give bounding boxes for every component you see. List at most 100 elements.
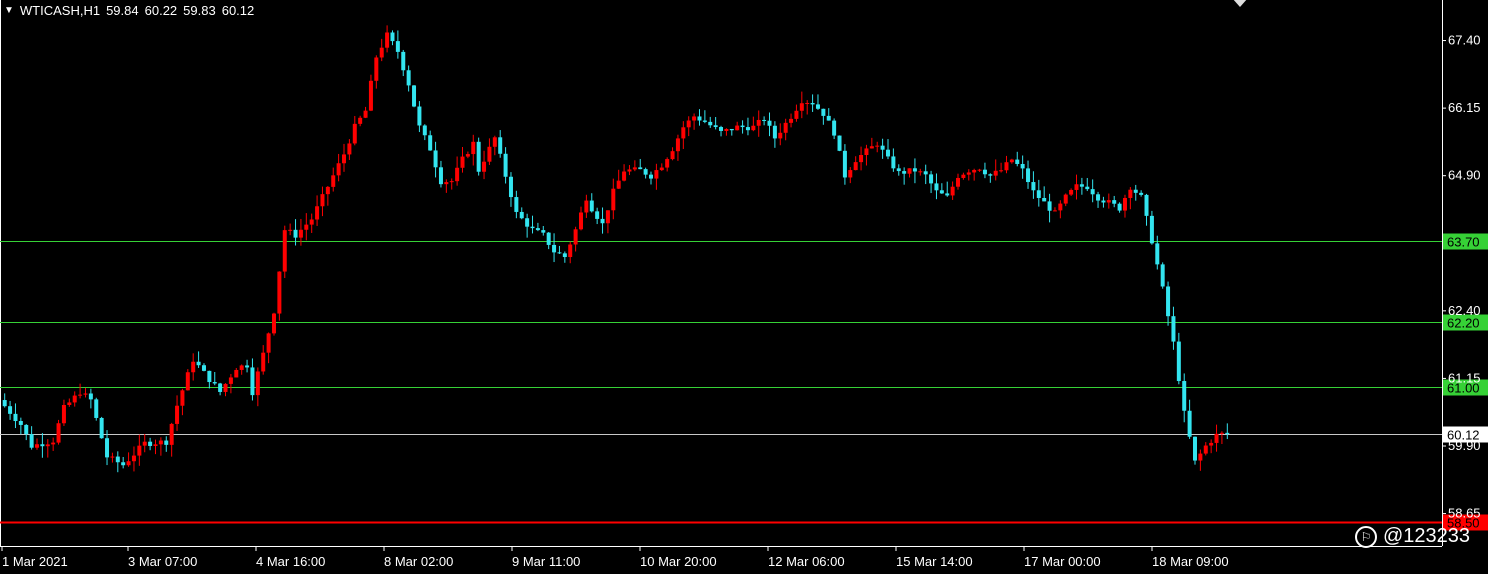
candle-bear [148, 441, 153, 446]
candle-bull [1058, 203, 1063, 211]
candle-bear [842, 150, 847, 178]
candle-bull [385, 32, 390, 48]
candle-bear [1117, 203, 1122, 211]
candle-bull [853, 162, 858, 171]
symbol-label: WTICASH,H1 [19, 3, 101, 18]
candle-bull [271, 313, 276, 334]
x-axis: 1 Mar 2021 3 Mar 07:00 4 Mar 16:00 8 Mar 02… [1, 546, 1229, 569]
candle-bull [789, 118, 794, 123]
y-axis: 67.40 66.15 64.90 62.40 61.15 59.90 58.65 [1442, 33, 1481, 521]
candle-bear [923, 171, 928, 175]
candle-bear [708, 121, 713, 126]
candle-bear [395, 41, 400, 52]
candle-bull [1074, 184, 1079, 190]
candle-bear [589, 200, 594, 212]
candle-bear [557, 252, 562, 254]
candle-bull [137, 445, 142, 456]
candle-bear [1225, 432, 1230, 435]
candle-bear [982, 169, 987, 175]
candle-bull [864, 148, 869, 156]
candle-bull [794, 110, 799, 119]
candle-bear [2, 400, 7, 407]
candle-bull [568, 244, 573, 258]
candle-bear [638, 167, 643, 170]
candle-bear [201, 365, 206, 371]
candle-bear [945, 193, 950, 196]
watermark: ⚐ @123233 [1354, 525, 1470, 548]
chart-shift-marker-icon[interactable] [1232, 0, 1248, 7]
candle-bear [105, 438, 110, 458]
candle-bear [525, 218, 530, 227]
collapse-triangle-icon[interactable]: ▼ [4, 5, 14, 16]
chart-frame [0, 0, 1443, 547]
candle-bear [912, 168, 917, 172]
candle-bull [482, 161, 487, 172]
candle-bull [61, 404, 66, 424]
candle-bear [530, 226, 535, 229]
horizontal-levels[interactable]: 63.7062.2061.0058.5060.12 [0, 233, 1488, 531]
candle-bear [417, 106, 422, 126]
candle-bear [24, 424, 29, 435]
candle-bull [153, 444, 158, 446]
candle-bull [331, 175, 336, 187]
candle-bull [1122, 197, 1127, 211]
candle-bull [805, 102, 810, 104]
candle-bear [94, 399, 99, 418]
candle-bear [40, 444, 45, 447]
candle-bull [778, 132, 783, 139]
candle-bear [1155, 243, 1160, 265]
candle-bear [1020, 163, 1025, 169]
candle-bull [918, 171, 923, 173]
candle-bear [745, 127, 750, 131]
candle-bear [902, 171, 907, 174]
y-tick-label: 64.90 [1448, 168, 1481, 183]
x-tick-label: 17 Mar 00:00 [1024, 554, 1101, 569]
candle-bull [142, 441, 147, 446]
candle-bull [191, 361, 196, 373]
candle-bull [56, 423, 61, 443]
candle-bull [72, 395, 77, 403]
candle-bull [578, 212, 583, 230]
candle-bull [444, 182, 449, 185]
candle-bull [261, 352, 266, 372]
candle-bear [740, 125, 745, 128]
candle-bull [751, 125, 756, 131]
candle-bear [810, 102, 815, 105]
candle-bull [455, 167, 460, 182]
candle-bear [562, 253, 567, 258]
low-value: 59.83 [183, 3, 216, 18]
candle-bull [460, 156, 465, 168]
candle-bear [772, 125, 777, 139]
candle-bull [169, 423, 174, 445]
level-label-63.70: 63.70 [1447, 235, 1480, 250]
candle-bear [826, 115, 831, 121]
candle-bear [1176, 341, 1181, 382]
candle-bull [670, 151, 675, 160]
candle-bear [762, 119, 767, 121]
candle-bear [832, 120, 837, 136]
candle-bull [449, 181, 454, 183]
candle-bear [1042, 197, 1047, 202]
y-tick-label: 59.90 [1448, 438, 1481, 453]
candle-bull [266, 333, 271, 353]
y-tick-label: 66.15 [1448, 100, 1481, 115]
candle-bull [51, 442, 56, 445]
candle-bear [1171, 316, 1176, 342]
price-chart[interactable]: 63.7062.2061.0058.5060.12 67.40 66.15 64.9… [0, 0, 1488, 574]
candle-bull [627, 169, 632, 172]
candle-bear [498, 137, 503, 154]
candle-bull [692, 116, 697, 121]
candle-bull [1063, 194, 1068, 204]
candle-bull [110, 456, 115, 458]
candle-bear [880, 145, 885, 150]
candle-bull [993, 170, 998, 176]
y-tick-label: 61.15 [1448, 370, 1481, 385]
x-tick-label: 3 Mar 07:00 [128, 554, 197, 569]
candle-bear [503, 153, 508, 177]
weibo-logo-icon: ⚐ [1354, 525, 1377, 548]
candle-bull [158, 440, 163, 445]
candle-bear [896, 168, 901, 172]
candle-bull [180, 390, 185, 406]
candle-bull [1106, 200, 1111, 203]
candle-bear [1031, 182, 1036, 191]
